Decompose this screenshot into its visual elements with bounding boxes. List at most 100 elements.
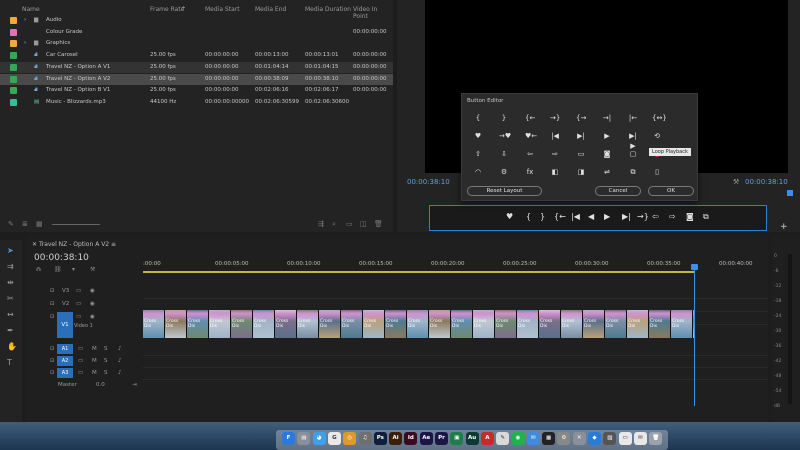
video-clip[interactable]: Cross Dis [319, 310, 341, 338]
project-row[interactable]: › ▆ Graphics [0, 38, 393, 49]
video-clip[interactable]: Cross Dis [385, 310, 407, 338]
label-color-swatch[interactable] [10, 98, 17, 106]
video-clip[interactable]: Cross Dis [363, 310, 385, 338]
editor-button-icon[interactable]: ♥ [473, 131, 483, 141]
dock-app-icon[interactable]: Ai [389, 432, 403, 445]
video-clip[interactable]: Cross Dis [231, 310, 253, 338]
time-ruler[interactable]: :00:00 00:00:05:00 00:00:10:00 00:00:15:00 0… [143, 256, 768, 272]
transport-button[interactable]: } [540, 212, 545, 221]
video-clip[interactable]: Cross Dis [605, 310, 627, 338]
sequence-tab[interactable]: ✕ Travel NZ - Option A V2 ≡ [32, 241, 116, 248]
editor-button-icon[interactable]: ⇌ [602, 167, 612, 177]
transport-button[interactable]: →} [637, 212, 649, 221]
eye-icon[interactable]: ◉ [90, 314, 95, 320]
dock-app-icon[interactable]: Ps [373, 432, 387, 445]
video-clip[interactable]: Cross Dis [297, 310, 319, 338]
video-clip[interactable]: Cross Dis [341, 310, 363, 338]
editor-button-icon[interactable]: {↔} [652, 113, 667, 123]
playhead-handle[interactable] [691, 264, 698, 270]
v1-source-target[interactable]: V1 [57, 312, 73, 338]
work-area-bar[interactable] [143, 271, 694, 273]
transport-button[interactable]: { [526, 212, 531, 221]
editor-button-icon[interactable]: ▶|▶ [628, 131, 638, 150]
dock-app-icon[interactable]: Au [465, 432, 479, 445]
editor-button-icon[interactable]: ⚙ [499, 167, 509, 177]
dock-app-icon[interactable]: ♫ [358, 432, 372, 445]
expand-chevron-icon[interactable]: › [24, 17, 26, 23]
label-color-swatch[interactable] [10, 40, 17, 48]
solo-button[interactable]: S [104, 346, 108, 352]
lock-icon[interactable]: ⊡ [50, 314, 55, 320]
dock-app-icon[interactable]: G [327, 432, 341, 445]
dock-app-icon[interactable]: ▦ [542, 432, 556, 445]
editor-button-icon[interactable]: ⇦ [525, 149, 535, 159]
project-row[interactable]: ⛘ Car Carosel 25.00 fps 00:00:00:00 00:00:13… [0, 50, 393, 61]
editor-button-icon[interactable]: |← [628, 113, 638, 123]
video-clip[interactable]: Cross Dis [165, 310, 187, 338]
pen-tool-icon[interactable]: ✒ [7, 326, 14, 335]
editor-button-icon[interactable]: ⟲ [652, 131, 662, 141]
dock-app-icon[interactable]: A [480, 432, 494, 445]
editor-button-icon[interactable]: {→ [576, 113, 586, 123]
sort-arrow-icon[interactable]: ⌃ [181, 6, 186, 13]
lock-icon[interactable]: ⊡ [50, 358, 55, 364]
transport-button[interactable]: ◀ [588, 212, 594, 221]
dock-app-icon[interactable]: F [282, 432, 295, 445]
transport-button[interactable]: {← [554, 212, 566, 221]
project-row[interactable]: ⛘ Travel NZ - Option B V1 25.00 fps 00:00:0… [0, 85, 393, 96]
mic-icon[interactable]: ♪ [118, 358, 122, 364]
sync-icon[interactable]: ▭ [76, 314, 81, 320]
sync-icon[interactable]: ▭ [76, 301, 81, 307]
dock-app-icon[interactable]: Id [404, 432, 418, 445]
editor-button-icon[interactable]: } [499, 113, 509, 123]
video-clip[interactable]: Cross Dis [583, 310, 605, 338]
razor-icon[interactable]: ✂ [7, 294, 14, 303]
expand-chevron-icon[interactable]: › [24, 40, 26, 46]
label-color-swatch[interactable] [10, 63, 17, 71]
editor-button-icon[interactable]: →| [602, 113, 612, 123]
project-row[interactable]: ⛘ Travel NZ - Option A V1 25.00 fps 00:00:0… [0, 61, 393, 73]
video-clip[interactable]: Cross Dis [627, 310, 649, 338]
editor-button-icon[interactable]: ◠ [473, 167, 483, 177]
video-clip[interactable]: Cross Dis [671, 310, 693, 338]
video-clip[interactable]: Cross Dis [253, 310, 275, 338]
dock-app-icon[interactable]: ✕ [572, 432, 586, 445]
transport-button[interactable]: ♥ [506, 212, 513, 221]
automate-icon[interactable]: ⇶ [318, 220, 324, 228]
track-label[interactable]: V2 [62, 301, 69, 307]
editor-button-icon[interactable]: |◀ [550, 131, 560, 141]
linked-selection-icon[interactable]: ⛓ [54, 266, 62, 273]
editor-button-icon[interactable]: ▯ [652, 167, 662, 177]
dock-app-icon[interactable]: ✉ [633, 432, 647, 445]
label-color-swatch[interactable] [10, 17, 17, 24]
editor-button-icon[interactable]: { [473, 113, 483, 123]
editor-button-icon[interactable]: ⇧ [473, 149, 483, 159]
project-row[interactable]: ▤ Music - Blizzards.mp3 44100 Hz 00:00:00:0… [0, 97, 393, 108]
video-clip[interactable]: Cross Dis [451, 310, 473, 338]
transport-button[interactable]: ⧉ [703, 212, 709, 222]
transport-button[interactable]: ▶| [622, 212, 631, 221]
wrench-icon[interactable]: ⚒ [90, 266, 95, 273]
solo-button[interactable]: S [104, 370, 108, 376]
transport-button[interactable]: ⇨ [669, 212, 676, 221]
editor-button-icon[interactable]: →♥ [499, 131, 511, 141]
reset-layout-button[interactable]: Reset Layout [467, 186, 542, 196]
editor-button-icon[interactable]: ▶| [576, 131, 586, 141]
icon-view-icon[interactable]: ▦ [36, 220, 43, 228]
track-select-icon[interactable]: ⇉ [7, 262, 14, 271]
editor-button-icon[interactable]: ◨ [576, 167, 586, 177]
col-name[interactable]: Name [22, 6, 40, 13]
solo-button[interactable]: S [104, 358, 108, 364]
video-clip[interactable]: Cross Dis [275, 310, 297, 338]
transport-button[interactable]: ◙ [686, 212, 694, 221]
audio-track-target[interactable]: A3 [57, 368, 73, 378]
wrench-icon[interactable]: ⚒ [733, 178, 739, 186]
editor-button-icon[interactable]: {← [525, 113, 535, 123]
project-row[interactable]: ⛘ Travel NZ - Option A V2 25.00 fps 00:00:0… [0, 73, 393, 85]
video-clip[interactable]: Cross Dis [649, 310, 671, 338]
type-tool-icon[interactable]: T [7, 358, 12, 367]
track-label[interactable]: V3 [62, 288, 69, 294]
lock-icon[interactable]: ⊡ [50, 346, 55, 352]
add-button-icon[interactable]: + [780, 222, 788, 232]
dock-app-icon[interactable]: ◉ [511, 432, 525, 445]
